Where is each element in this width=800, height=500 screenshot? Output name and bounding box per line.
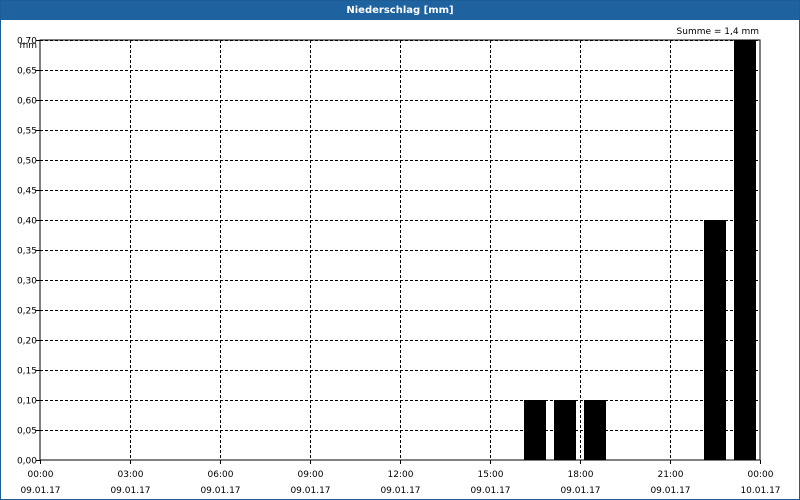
y-tick-label: 0,00 [17,457,37,467]
y-tick-label: 0,50 [17,157,37,167]
y-tick-label: 0,45 [17,187,37,197]
x-tick-time: 06:00 [208,470,234,480]
x-tick-date: 10.01.17 [740,486,780,496]
x-tick-date: 09.01.17 [200,486,240,496]
y-tick-label: 0,55 [17,127,37,137]
y-tick-label: 0,40 [17,217,37,227]
x-tick-time: 18:00 [568,470,594,480]
y-axis-label: mm [19,41,37,51]
x-tick-date: 09.01.17 [560,486,600,496]
y-tick-label: 0,30 [17,277,37,287]
precipitation-bar [584,400,606,460]
y-tick-label: 0,60 [17,97,37,107]
x-tick-date: 09.01.17 [110,486,150,496]
precipitation-bar [524,400,546,460]
y-tick-label: 0,10 [17,397,37,407]
x-tick-time: 00:00 [748,470,774,480]
precipitation-bar [734,40,756,460]
y-tick-label: 0,05 [17,427,37,437]
x-tick-date: 09.01.17 [20,486,60,496]
y-tick-label: 0,65 [17,67,37,77]
x-tick-date: 09.01.17 [650,486,690,496]
x-tick-time: 21:00 [658,470,684,480]
precipitation-bar [704,220,726,460]
x-tick-time: 15:00 [478,470,504,480]
x-tick-date: 09.01.17 [470,486,510,496]
y-tick-label: 0,35 [17,247,37,257]
y-tick-label: 0,15 [17,367,37,377]
x-tick-time: 09:00 [298,470,324,480]
y-tick-label: 0,25 [17,307,37,317]
x-tick-date: 09.01.17 [380,486,420,496]
y-tick-label: 0,20 [17,337,37,347]
x-tick-time: 00:00 [28,470,54,480]
x-tick-date: 09.01.17 [290,486,330,496]
x-tick-time: 03:00 [118,470,144,480]
x-tick-time: 12:00 [388,470,414,480]
precipitation-bar [554,400,576,460]
precipitation-chart: 0,00 0,05 0,10 0,15 0,20 0,25 0,30 0,35 0,40 0,45… [17,37,781,497]
